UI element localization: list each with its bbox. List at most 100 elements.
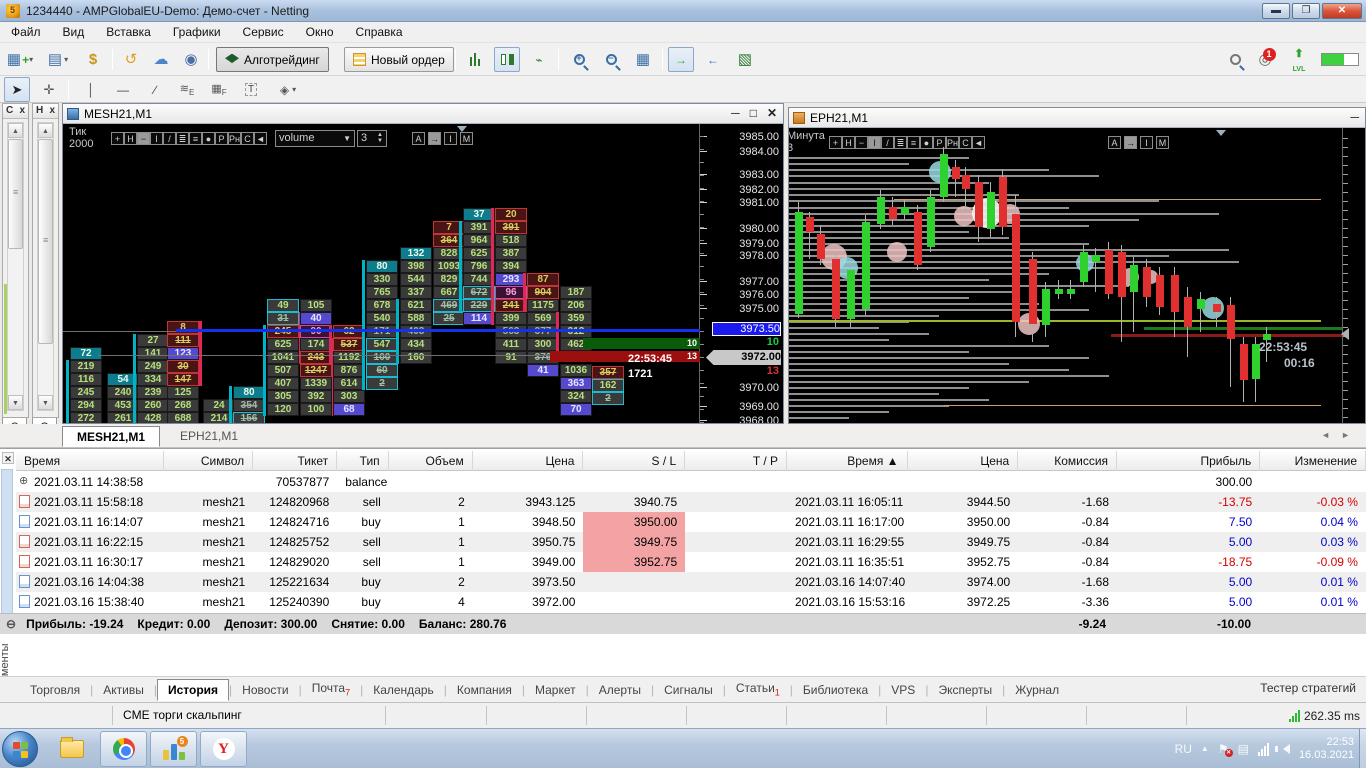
menu-2[interactable]: Вставка [95, 23, 162, 41]
bottom-tab-алерты[interactable]: Алерты [589, 680, 651, 700]
docked-panel-market-watch[interactable]: Cx ▲ ▼ [2, 103, 29, 418]
docked-panel-history[interactable]: Hx ▲ ▼ [32, 103, 59, 418]
fibonacci-tool[interactable]: ▦F [206, 77, 232, 102]
tray-expand-icon[interactable]: ▲ [1201, 745, 1209, 753]
col-header-4[interactable]: Объем [389, 450, 473, 471]
taskbar-mt5-icon[interactable]: 5 [150, 731, 197, 767]
bottom-tab-торговля[interactable]: Торговля [20, 680, 90, 700]
mesh21-price-scale[interactable]: 3973.50 10 3972.00 13 3985.00 3984.00 3983… [699, 124, 783, 423]
mesh21-maximize-icon[interactable]: □ [750, 106, 757, 120]
indicators-button[interactable]: ▧ [732, 47, 758, 72]
bottom-tab-эксперты[interactable]: Эксперты [928, 680, 1002, 700]
tray-clock[interactable]: 22:53 16.03.2021 [1299, 736, 1354, 762]
network-tray-icon[interactable] [1257, 742, 1269, 756]
crosshair-tool[interactable]: ✛ [36, 77, 62, 102]
chart-tab-eph21-m1[interactable]: EPH21,M1 [166, 426, 252, 447]
menu-5[interactable]: Окно [295, 23, 345, 41]
start-button[interactable] [2, 731, 38, 767]
taskbar-explorer-icon[interactable] [48, 731, 95, 767]
trend-line-tool[interactable]: ∕ [142, 77, 168, 102]
chart-window-mesh21[interactable]: MESH21,M1 ─ □ ✕ Тик 2000 + H − I / ≣ ≡ ● P Pн C ◄ vol… [62, 103, 784, 424]
col-header-3[interactable]: Тип [337, 450, 389, 471]
text-tool[interactable]: T [238, 77, 264, 102]
mesh21-titlebar[interactable]: MESH21,M1 ─ □ ✕ [63, 104, 783, 124]
col-header-2[interactable]: Тикет [253, 450, 338, 471]
bars-chart-icon[interactable] [462, 47, 488, 72]
history-row[interactable]: 2021.03.11 16:14:07 mesh21 124824716 buy 1 39… [16, 512, 1366, 532]
auto-scroll-button[interactable]: → [668, 47, 694, 72]
bottom-tab-активы[interactable]: Активы [93, 680, 154, 700]
history-header-row[interactable]: Время Символ Тикет Тип Объем Цена S / LT / P Вр… [16, 450, 1366, 471]
col-header-12[interactable]: Изменение [1260, 450, 1366, 471]
chart-window-eph21[interactable]: EPH21,M1 ─ Минута 3 + H − I / ≣ ≡ ● P Pн C ◄ A → I M 22:… [788, 107, 1366, 424]
col-header-0[interactable]: Время [16, 450, 165, 471]
bottom-tab-история[interactable]: История [156, 678, 230, 701]
restore-icon[interactable]: ↺ [118, 47, 144, 72]
notifications-icon[interactable]: ◎1 [1252, 47, 1278, 72]
col-header-10[interactable]: Комиссия [1018, 450, 1118, 471]
history-row[interactable]: 2021.03.11 16:22:15 mesh21 124825752 sell 1 3… [16, 532, 1366, 552]
col-header-9[interactable]: Цена [908, 450, 1019, 471]
dock2-close-icon[interactable]: x [49, 105, 55, 117]
col-header-6[interactable]: S / L [583, 450, 686, 471]
bottom-tab-компания[interactable]: Компания [447, 680, 522, 700]
bottom-tab-почта[interactable]: Почта7 [302, 678, 360, 700]
minimize-button[interactable]: ▬ [1262, 3, 1290, 19]
market-watch-button[interactable]: $ [80, 47, 106, 72]
mesh21-minimize-icon[interactable]: ─ [731, 106, 740, 120]
taskbar-yandex-icon[interactable]: Y [200, 731, 247, 767]
dock1-close-icon[interactable]: x [19, 105, 25, 117]
vertical-line-tool[interactable]: │ [78, 77, 104, 102]
algotrading-button[interactable]: Алготрейдинг [216, 47, 329, 72]
profiles-button[interactable]: ▤ ▾ [42, 47, 74, 72]
bottom-tab-журнал[interactable]: Журнал [1005, 680, 1069, 700]
action-center-icon[interactable]: ⚑ ✕ [1218, 743, 1233, 757]
bottom-tab-библиотека[interactable]: Библиотека [793, 680, 878, 700]
dock1-scrollbar[interactable]: ▲ ▼ [7, 122, 24, 411]
chart-shift-button[interactable]: ← [700, 47, 726, 72]
col-header-5[interactable]: Цена [473, 450, 584, 471]
language-indicator[interactable]: RU [1175, 743, 1192, 755]
new-order-button[interactable]: Новый ордер [344, 47, 454, 72]
cursor-tool[interactable]: ➤ [4, 77, 30, 102]
taskbar-chrome-icon[interactable] [100, 731, 147, 767]
elliott-wave-tool[interactable]: ≋E [174, 77, 200, 102]
menu-6[interactable]: Справка [345, 23, 414, 41]
lvl-icon[interactable]: ⬆ LVL [1284, 47, 1314, 73]
history-row[interactable]: 2021.03.16 15:38:40 mesh21 125240390 buy 4 39… [16, 592, 1366, 612]
mesh21-chart-area[interactable]: Тик 2000 + H − I / ≣ ≡ ● P Pн C ◄ volume ▼ 3 ▲ ▼ A → I M 72 2… [63, 124, 783, 423]
menu-4[interactable]: Сервис [232, 23, 295, 41]
zoom-out-button[interactable]: − [598, 47, 624, 72]
bottom-tab-сигналы[interactable]: Сигналы [654, 680, 723, 700]
cloud-icon[interactable]: ☁ [148, 47, 174, 72]
bottom-tab-vps[interactable]: VPS [881, 680, 925, 700]
menu-1[interactable]: Вид [52, 23, 96, 41]
col-header-1[interactable]: Символ [164, 450, 254, 471]
zoom-in-button[interactable]: + [566, 47, 592, 72]
horizontal-line-tool[interactable]: — [110, 77, 136, 102]
chart-tab-mesh21-m1[interactable]: MESH21,M1 [62, 426, 161, 447]
window-titlebar[interactable]: 1234440 - AMPGlobalEU-Demo: Демо-счет - … [0, 0, 1366, 22]
history-row[interactable]: 2021.03.16 14:04:38 mesh21 125221634 buy 2 39… [16, 572, 1366, 592]
tile-windows-button[interactable]: ▦ [630, 47, 656, 72]
strategy-tester-label[interactable]: Тестер стратегий [1260, 681, 1356, 695]
tabs-scroll-left-icon[interactable]: ◄ [1321, 430, 1330, 440]
search-icon[interactable] [1222, 47, 1248, 72]
mesh21-close-icon[interactable]: ✕ [767, 106, 777, 120]
bottom-tab-маркет[interactable]: Маркет [525, 680, 586, 700]
tabs-scroll-right-icon[interactable]: ► [1341, 430, 1350, 440]
col-header-7[interactable]: T / P [685, 450, 787, 471]
line-chart-icon[interactable]: ⌁ [526, 47, 552, 72]
events-icon[interactable]: ◉ [178, 47, 204, 72]
menu-3[interactable]: Графики [162, 23, 232, 41]
volume-tray-icon[interactable] [1274, 744, 1290, 754]
bottom-tab-новости[interactable]: Новости [232, 680, 298, 700]
menu-0[interactable]: Файл [0, 23, 52, 41]
history-row[interactable]: 2021.03.11 15:58:18 mesh21 124820968 sell 2 3… [16, 492, 1366, 512]
toolbox-close-icon[interactable]: ✕ [2, 452, 14, 464]
clipboard-tray-icon[interactable]: ▤ [1238, 743, 1249, 755]
col-header-11[interactable]: Прибыль [1117, 450, 1261, 471]
close-button[interactable]: ✕ [1322, 3, 1362, 19]
new-chart-button[interactable]: ▦ + ▾ [4, 47, 36, 72]
dock2-scrollbar[interactable]: ▲ ▼ [37, 122, 54, 411]
